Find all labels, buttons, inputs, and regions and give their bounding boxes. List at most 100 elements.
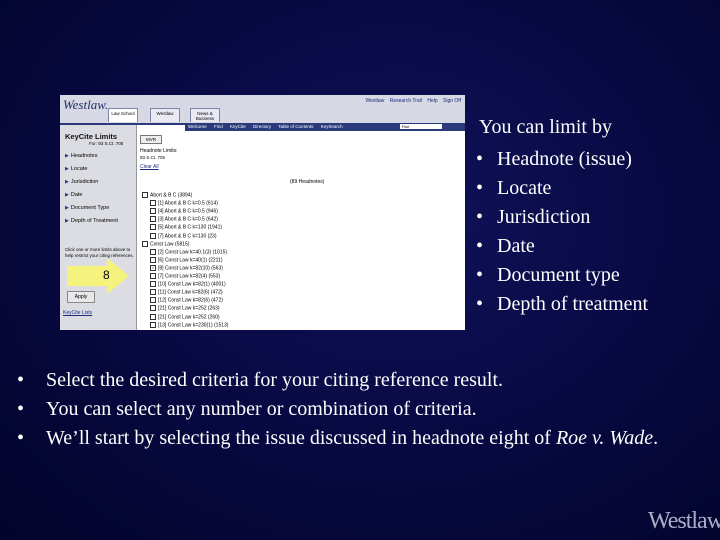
headnote-label: [11] Const Law k=82(6) (472): [158, 289, 223, 296]
sidebar-title: KeyCite Limits: [65, 132, 118, 141]
nav-keysearch[interactable]: KeySearch: [321, 124, 343, 129]
clear-all-link[interactable]: Clear All: [140, 164, 159, 170]
headnote-row[interactable]: [10] Const Law k=82(1) (4001): [150, 281, 226, 287]
headnote-checkbox[interactable]: [150, 248, 156, 255]
headnote-row[interactable]: [3] Abort & B C k=0.5 (642): [150, 216, 218, 223]
keycite-link[interactable]: KeyCite Lists: [63, 310, 92, 316]
headnote-label: [8] Const Law k=82(10) (563): [158, 265, 223, 272]
headnote-checkbox[interactable]: [150, 321, 156, 328]
headnote-checkbox[interactable]: [142, 192, 148, 198]
instruction-item: • You can select any number or combinatio…: [17, 395, 707, 424]
bullet-icon: •: [476, 235, 484, 257]
headnote-checkbox[interactable]: [150, 313, 156, 320]
top-link-sign-off[interactable]: Sign Off: [443, 98, 461, 104]
bullet-icon: •: [17, 427, 25, 449]
headnote-checkbox[interactable]: [150, 305, 156, 312]
headnote-row[interactable]: ✓ [8] Const Law k=82(10) (563): [150, 264, 223, 272]
nav-find[interactable]: Find: [214, 124, 223, 129]
limit-item: • Document type: [476, 261, 648, 290]
headnote-checkbox[interactable]: [142, 240, 148, 247]
nav-welcome[interactable]: Welcome: [188, 124, 207, 129]
headnote-row[interactable]: [11] Const Law k=82(6) (472): [150, 289, 223, 296]
headnote-row[interactable]: [7] Const Law k=82(4) (553): [150, 273, 220, 279]
headnote-checkbox[interactable]: [150, 216, 156, 223]
westlaw-toolbar: Westlaw. Law School Westlaw News & Busin…: [60, 95, 465, 125]
bullet-icon: •: [476, 293, 484, 315]
headnote-label: [10] Const Law k=82(1) (4001): [158, 281, 226, 288]
limit-item: • Jurisdiction: [476, 203, 648, 232]
nav-links: Welcome Find KeyCite Directory Table of …: [185, 123, 346, 131]
nav-keycite[interactable]: KeyCite: [230, 124, 246, 129]
westlaw-logo: Westlaw.: [63, 97, 109, 112]
headnote-label: [7] Abort & B C k=130 (23): [158, 232, 217, 239]
headnote-checkbox[interactable]: [150, 232, 156, 239]
headnote-row[interactable]: [6] Const Law k=40(1) (2211): [150, 256, 223, 264]
headnote-row[interactable]: [5] Abort & B C k=130 (1941): [150, 224, 222, 231]
headnote-checkbox[interactable]: [150, 273, 156, 279]
case-suffix: .: [653, 427, 659, 449]
callout-label: 8: [103, 268, 110, 282]
bullet-icon: •: [476, 148, 484, 170]
headnote-checkbox[interactable]: [150, 208, 156, 215]
nav-directory[interactable]: Directory: [253, 124, 271, 129]
headnote-row[interactable]: [12] Const Law k=82(6) (472): [150, 297, 223, 304]
bullet-icon: •: [476, 206, 484, 228]
headnote-checkbox[interactable]: [150, 297, 156, 304]
headnote-label: [1] Abort & B C k=0.5 (614): [158, 200, 218, 207]
mvr-button[interactable]: MVR: [140, 135, 162, 144]
tab-westlaw[interactable]: Westlaw: [150, 108, 180, 122]
instruction-item: • We’ll start by selecting the issue disc…: [17, 424, 707, 453]
headnote-checkbox[interactable]: [150, 200, 156, 207]
headnote-row[interactable]: Const Law (5815): [142, 240, 190, 247]
headnote-count: (89 Headnotes): [290, 179, 325, 185]
headnote-row[interactable]: [2] Const Law k=40.1(3) (1015): [150, 248, 227, 255]
headnote-label: [6] Const Law k=40(1) (2211): [158, 257, 223, 264]
westlaw-brand-logo: Westlaw: [648, 508, 720, 534]
keycite-limits-sidebar: KeyCite Limits For: 93 S.Ct. 705 ▶ Headno…: [60, 125, 137, 330]
nav-table-of-contents[interactable]: Table of Contents: [278, 124, 313, 129]
headnote-label: [21] Const Law k=252 (260): [158, 313, 220, 320]
triangle-icon: ▶: [65, 192, 69, 198]
sidebar-item-headnotes[interactable]: ▶ Headnotes: [65, 153, 97, 159]
headnote-citation: 93 S.Ct. 705: [140, 155, 166, 160]
top-link-help[interactable]: Help: [427, 98, 437, 104]
headnote-row[interactable]: [1] Abort & B C k=0.5 (614): [150, 200, 218, 206]
headnote-label: [13] Const Law k=230(1) (1513): [158, 321, 229, 328]
triangle-icon: ▶: [65, 153, 69, 159]
top-link-research-trail[interactable]: Research Trail: [390, 98, 422, 104]
search-input[interactable]: Roe: [400, 124, 442, 129]
headnote-checkbox[interactable]: [150, 289, 156, 296]
headnote-row[interactable]: [21] Const Law k=252 (260): [150, 313, 220, 320]
sidebar-item-document-type[interactable]: ▶ Document Type: [65, 205, 109, 211]
tab-law-school[interactable]: Law School: [108, 108, 138, 122]
headnote-checkbox[interactable]: [150, 224, 156, 231]
headnote-label: [7] Const Law k=82(4) (553): [158, 273, 221, 280]
headnote-row[interactable]: [7] Abort & B C k=130 (23): [150, 232, 217, 239]
headnote-row[interactable]: [21] Const Law k=252 (263): [150, 305, 220, 312]
right-title: You can limit by: [479, 116, 612, 138]
headnote-checkbox[interactable]: [150, 256, 156, 263]
top-link-westlaw[interactable]: Westlaw: [366, 98, 385, 104]
sidebar-item-jurisdiction[interactable]: ▶ Jurisdiction: [65, 179, 98, 185]
headnote-label: [21] Const Law k=252 (263): [158, 305, 220, 312]
limit-item: • Locate: [476, 174, 648, 203]
headnote-checkbox[interactable]: [150, 281, 156, 288]
headnote-row[interactable]: Abort & B C (3894): [142, 192, 192, 198]
triangle-icon: ▶: [65, 179, 69, 185]
instruction-item: • Select the desired criteria for your ci…: [17, 366, 707, 395]
limit-list: • Headnote (issue) • Locate • Jurisdiction …: [476, 145, 648, 319]
tab-news-business[interactable]: News & Business: [190, 108, 220, 122]
apply-button[interactable]: Apply: [67, 291, 95, 303]
case-name: Roe v. Wade: [555, 427, 654, 449]
headnote-row[interactable]: [13] Const Law k=230(1) (1513): [150, 321, 229, 328]
sidebar-item-depth-of-treatment[interactable]: ▶ Depth of Treatment: [65, 218, 118, 224]
triangle-icon: ▶: [65, 205, 69, 211]
headnote-row[interactable]: [4] Abort & B C k=0.5 (946): [150, 208, 218, 215]
sidebar-item-locate[interactable]: ▶ Locate: [65, 166, 87, 172]
headnote-label: [4] Abort & B C k=0.5 (946): [158, 208, 218, 215]
limit-item: • Date: [476, 232, 648, 261]
headnote-panel: MVR Headnote Limits: 93 S.Ct. 705 Clear …: [140, 132, 465, 330]
headnote-label: Const Law (5815): [150, 240, 190, 247]
headnote-checkbox[interactable]: ✓: [150, 264, 156, 271]
sidebar-item-date[interactable]: ▶ Date: [65, 192, 82, 198]
